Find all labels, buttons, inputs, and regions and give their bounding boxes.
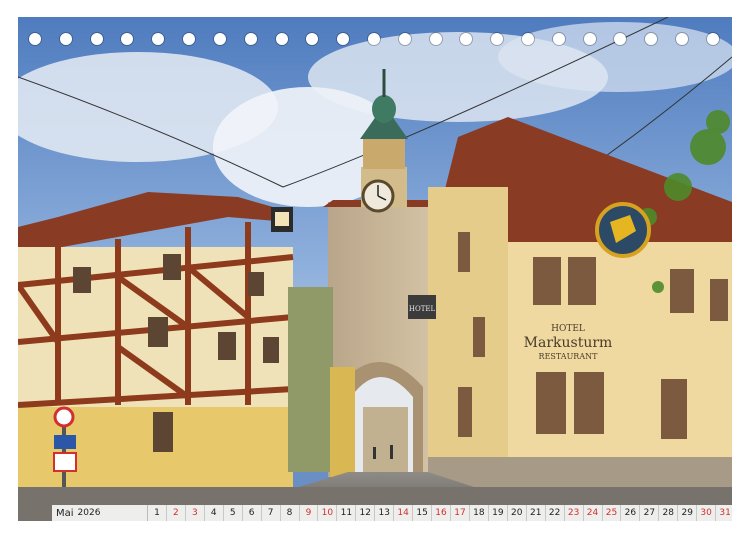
day-cell: 7 <box>262 505 281 521</box>
day-cell: 26 <box>621 505 641 521</box>
day-cell: 25 <box>603 505 622 521</box>
day-cell: 4 <box>205 505 224 521</box>
hotel-base <box>428 457 732 487</box>
day-cell: 11 <box>337 505 357 521</box>
day-cell: 31 <box>719 508 731 518</box>
day-cell: 30 <box>697 505 717 521</box>
day-cell: 2 <box>167 505 186 521</box>
day-cell: 24 <box>584 505 603 521</box>
day-cell: 6 <box>243 505 262 521</box>
cloud <box>498 22 732 92</box>
day-cell: 1 <box>148 505 167 521</box>
yellow-side-house <box>330 367 355 477</box>
hotel-name: Markusturm <box>524 335 613 351</box>
day-cell: 14 <box>394 505 414 521</box>
day-cell: 15 <box>413 505 433 521</box>
day-cell: 18 <box>470 505 489 521</box>
day-cell: 20 <box>508 505 527 521</box>
day-cell: 13 <box>375 505 395 521</box>
day-cell: 3 <box>186 505 205 521</box>
hanging-sign-text: HOTEL <box>409 305 436 313</box>
green-house <box>288 287 333 472</box>
month-label: Mai 2026 <box>52 505 148 521</box>
day-cell: 12 <box>356 505 376 521</box>
day-cell: 29 <box>678 505 698 521</box>
tower-dome <box>372 95 396 123</box>
day-cell: 22 <box>546 505 565 521</box>
calendar-bar: Mai 2026 1 2 3 4 5 6 7 8 9 10 11 12 13 14 15 16 17 18 19 20… <box>52 505 732 521</box>
calendar-photo: HOTEL HOTEL Markusturm RESTAURANT <box>18 17 732 521</box>
day-cell: 28 <box>659 505 679 521</box>
tower-belfry <box>363 137 405 169</box>
day-cell: 10 <box>318 505 338 521</box>
day-cell: 19 <box>489 505 508 521</box>
day-cell: 23 <box>565 505 584 521</box>
day-cell: 5 <box>224 505 243 521</box>
day-cell: 17 <box>451 505 470 521</box>
restaurant-word: RESTAURANT <box>539 352 599 361</box>
day-cell: 9 <box>300 505 319 521</box>
month-name: Mai <box>56 507 74 519</box>
pedestrian <box>373 447 376 459</box>
day-cell: 21 <box>527 505 546 521</box>
day-cell: 16 <box>432 505 451 521</box>
traffic-sign <box>53 406 75 428</box>
traffic-sign <box>54 435 76 449</box>
year: 2026 <box>77 508 101 518</box>
day-cells: 1 2 3 4 5 6 7 8 9 10 11 12 13 14 15 16 17 18 19 20 21 22 23 24 2… <box>148 505 732 521</box>
day-cell: 27 <box>640 505 660 521</box>
hotel-word: HOTEL <box>551 324 585 334</box>
day-cell: 8 <box>281 505 300 521</box>
pedestrian <box>390 445 393 459</box>
traffic-sign <box>53 452 77 472</box>
calendar-page: HOTEL HOTEL Markusturm RESTAURANT Mai 20… <box>18 17 732 521</box>
